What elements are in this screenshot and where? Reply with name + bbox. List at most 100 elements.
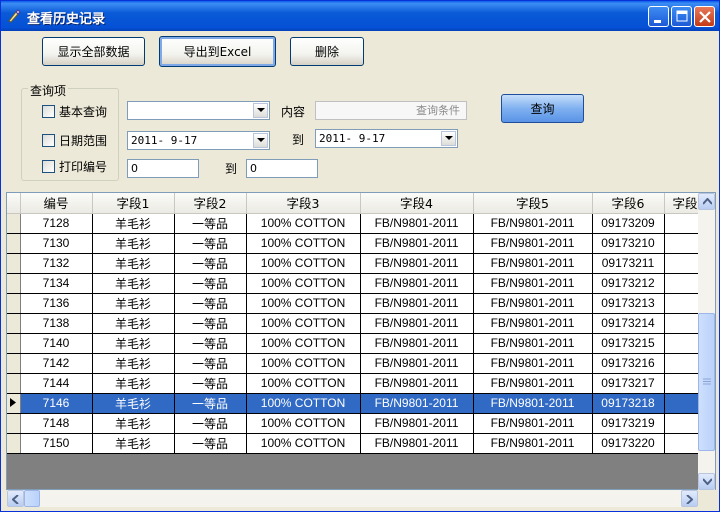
field-select[interactable] (127, 101, 270, 120)
table-cell[interactable]: 100% COTTON (246, 333, 361, 354)
row-header[interactable] (7, 433, 21, 454)
table-cell[interactable]: 7148 (20, 413, 93, 434)
maximize-button[interactable] (671, 6, 692, 27)
table-cell[interactable]: 09173212 (592, 273, 665, 294)
table-cell[interactable]: FB/N9801-2011 (360, 213, 474, 234)
table-cell[interactable]: FB/N9801-2011 (473, 433, 593, 454)
horizontal-scroll-thumb[interactable] (24, 490, 40, 507)
table-cell[interactable]: 09173209 (592, 213, 665, 234)
table-row[interactable]: 7148 羊毛衫 一等品 100% COTTON FB/N9801-2011 FB/N98… (7, 413, 715, 434)
table-cell[interactable]: FB/N9801-2011 (473, 213, 593, 234)
date-range-checkbox[interactable] (42, 134, 55, 147)
table-cell[interactable]: 一等品 (174, 413, 247, 434)
table-cell[interactable]: 羊毛衫 (92, 253, 175, 274)
minimize-button[interactable] (648, 6, 669, 27)
column-header-5[interactable]: 字段4 (360, 193, 474, 214)
export-excel-button[interactable]: 导出到Excel (159, 36, 276, 67)
table-cell[interactable]: FB/N9801-2011 (360, 273, 474, 294)
table-cell[interactable]: 09173215 (592, 333, 665, 354)
table-cell[interactable]: 羊毛衫 (92, 393, 175, 414)
table-cell[interactable]: 羊毛衫 (92, 433, 175, 454)
table-cell[interactable]: 羊毛衫 (92, 333, 175, 354)
row-header[interactable] (7, 393, 21, 414)
table-cell[interactable]: 100% COTTON (246, 393, 361, 414)
table-cell[interactable]: 7140 (20, 333, 93, 354)
column-header-1[interactable]: 编号 (20, 193, 93, 214)
history-data-grid[interactable]: 编号 字段1 字段2 字段3 字段4 字段5 字段6 字段7 7128 羊毛衫 一等品 100% C… (6, 192, 716, 490)
row-header[interactable] (7, 413, 21, 434)
table-cell[interactable]: 100% COTTON (246, 353, 361, 374)
table-cell[interactable]: 7136 (20, 293, 93, 314)
table-cell[interactable]: 一等品 (174, 213, 247, 234)
search-button[interactable]: 查询 (501, 94, 584, 123)
table-row[interactable]: 7150 羊毛衫 一等品 100% COTTON FB/N9801-2011 FB/N98… (7, 433, 715, 454)
table-cell[interactable]: FB/N9801-2011 (360, 233, 474, 254)
table-cell[interactable]: 羊毛衫 (92, 273, 175, 294)
table-cell[interactable]: 09173220 (592, 433, 665, 454)
table-cell[interactable]: 羊毛衫 (92, 233, 175, 254)
table-cell[interactable]: 100% COTTON (246, 413, 361, 434)
table-row[interactable]: 7134 羊毛衫 一等品 100% COTTON FB/N9801-2011 FB/N98… (7, 273, 715, 294)
table-cell[interactable]: 一等品 (174, 253, 247, 274)
table-cell[interactable]: FB/N9801-2011 (473, 353, 593, 374)
table-cell[interactable]: 09173211 (592, 253, 665, 274)
table-cell[interactable]: 100% COTTON (246, 433, 361, 454)
vertical-scrollbar[interactable] (698, 193, 715, 490)
horizontal-scrollbar[interactable] (7, 490, 698, 507)
table-cell[interactable]: FB/N9801-2011 (360, 393, 474, 414)
delete-button[interactable]: 删除 (290, 37, 364, 66)
table-cell[interactable]: 一等品 (174, 313, 247, 334)
table-cell[interactable]: 7138 (20, 313, 93, 334)
show-all-button[interactable]: 显示全部数据 (42, 37, 145, 66)
column-header-7[interactable]: 字段6 (592, 193, 665, 214)
table-row[interactable]: 7136 羊毛衫 一等品 100% COTTON FB/N9801-2011 FB/N98… (7, 293, 715, 314)
row-header[interactable] (7, 253, 21, 274)
basic-query-checkbox[interactable] (42, 105, 55, 118)
table-cell[interactable]: 100% COTTON (246, 253, 361, 274)
table-cell[interactable]: 7144 (20, 373, 93, 394)
date-to-picker[interactable]: 2011- 9-17 (315, 129, 458, 148)
table-cell[interactable]: FB/N9801-2011 (473, 413, 593, 434)
table-cell[interactable]: FB/N9801-2011 (473, 253, 593, 274)
table-cell[interactable]: FB/N9801-2011 (360, 433, 474, 454)
row-header[interactable] (7, 233, 21, 254)
table-cell[interactable]: 09173210 (592, 233, 665, 254)
table-cell[interactable]: FB/N9801-2011 (473, 293, 593, 314)
table-cell[interactable]: 100% COTTON (246, 293, 361, 314)
date-to-dropdown-button[interactable] (441, 131, 456, 146)
table-cell[interactable]: 7132 (20, 253, 93, 274)
table-cell[interactable]: 羊毛衫 (92, 213, 175, 234)
table-cell[interactable]: FB/N9801-2011 (473, 393, 593, 414)
table-cell[interactable]: 一等品 (174, 293, 247, 314)
table-row[interactable]: 7138 羊毛衫 一等品 100% COTTON FB/N9801-2011 FB/N98… (7, 313, 715, 334)
vertical-scroll-thumb[interactable] (698, 313, 715, 451)
table-cell[interactable]: 羊毛衫 (92, 373, 175, 394)
row-header[interactable] (7, 353, 21, 374)
date-from-dropdown-button[interactable] (253, 133, 268, 148)
table-cell[interactable]: 09173216 (592, 353, 665, 374)
table-cell[interactable]: 7146 (20, 393, 93, 414)
table-cell[interactable]: FB/N9801-2011 (360, 293, 474, 314)
table-cell[interactable]: 100% COTTON (246, 233, 361, 254)
table-cell[interactable]: 7128 (20, 213, 93, 234)
field-select-dropdown-button[interactable] (253, 103, 268, 118)
table-row[interactable]: 7140 羊毛衫 一等品 100% COTTON FB/N9801-2011 FB/N98… (7, 333, 715, 354)
table-cell[interactable]: 一等品 (174, 393, 247, 414)
column-header-4[interactable]: 字段3 (246, 193, 361, 214)
table-cell[interactable]: 100% COTTON (246, 213, 361, 234)
table-row[interactable]: 7142 羊毛衫 一等品 100% COTTON FB/N9801-2011 FB/N98… (7, 353, 715, 374)
table-cell[interactable]: 羊毛衫 (92, 353, 175, 374)
table-cell[interactable]: 羊毛衫 (92, 413, 175, 434)
table-row[interactable]: 7146 羊毛衫 一等品 100% COTTON FB/N9801-2011 FB/N98… (7, 393, 715, 414)
table-cell[interactable]: 一等品 (174, 353, 247, 374)
row-header[interactable] (7, 293, 21, 314)
table-cell[interactable]: 09173214 (592, 313, 665, 334)
date-from-picker[interactable]: 2011- 9-17 (127, 131, 270, 150)
row-header[interactable] (7, 373, 21, 394)
table-cell[interactable]: 一等品 (174, 373, 247, 394)
number-to-input[interactable]: 0 (246, 159, 318, 178)
table-cell[interactable]: 一等品 (174, 273, 247, 294)
table-cell[interactable]: 100% COTTON (246, 313, 361, 334)
scroll-down-button[interactable] (698, 473, 715, 490)
table-cell[interactable]: FB/N9801-2011 (360, 333, 474, 354)
